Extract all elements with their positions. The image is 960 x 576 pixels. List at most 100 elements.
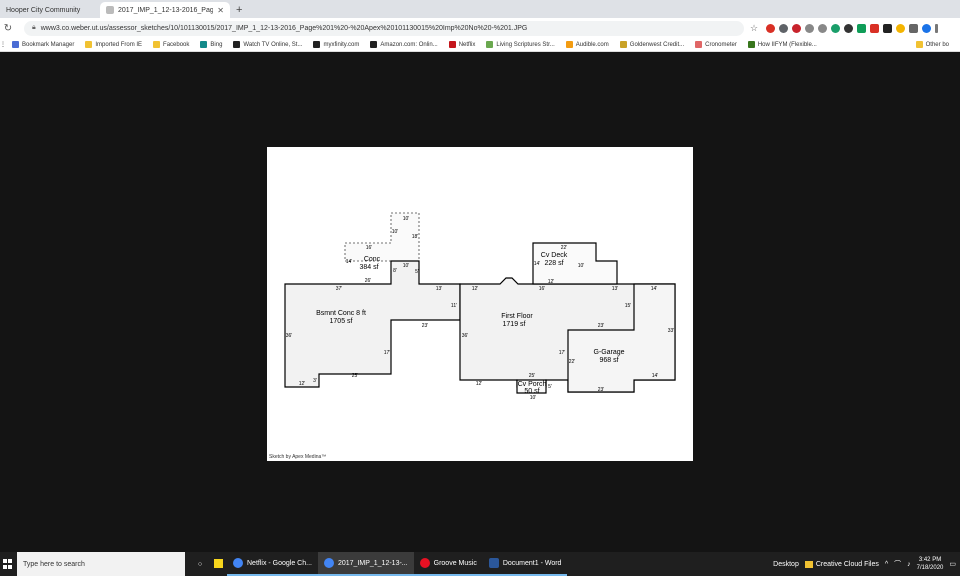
avatar[interactable] [922, 23, 932, 33]
new-tab-button[interactable]: + [236, 2, 242, 18]
extension-icon[interactable] [870, 23, 880, 33]
basement-outline [284, 260, 461, 388]
bookmark-item[interactable]: Audible.com [565, 41, 609, 48]
dimension-label: 13' [612, 286, 619, 292]
bookmark-label: Bookmark Manager [22, 41, 75, 48]
dimension-label: 10' [530, 395, 537, 401]
bookmark-item[interactable]: Facebook [153, 41, 189, 48]
other-bookmarks[interactable]: Other bo [915, 41, 949, 48]
extension-icon[interactable] [844, 23, 854, 33]
taskbar-app-word[interactable]: Document1 - Word [482, 552, 568, 576]
extension-icon[interactable] [896, 23, 906, 33]
extension-icon[interactable] [766, 23, 776, 33]
bookmark-item[interactable]: Amazon.com: Onlin... [370, 41, 438, 48]
creative-cloud-label: Creative Cloud Files [815, 560, 879, 568]
area-label: Cv Porch [518, 381, 547, 388]
extension-icon[interactable] [831, 23, 841, 33]
groove-music-icon [419, 558, 430, 568]
dimension-label: 10' [578, 263, 585, 269]
bookmark-icon [313, 41, 321, 48]
bookmark-item[interactable]: Watch TV Online, St... [233, 41, 302, 48]
bookmark-item[interactable]: How IIFYM (Flexible... [747, 41, 817, 48]
menu-icon[interactable] [935, 23, 939, 33]
extension-icon[interactable] [818, 23, 828, 33]
dimension-label: 16' [366, 245, 373, 251]
address-bar[interactable]: 🔒︎ www3.co.weber.ut.us/assessor_sketches… [24, 20, 744, 36]
bookmark-item[interactable]: Imported From IE [85, 41, 142, 48]
dimension-label: 10' [403, 263, 410, 269]
desktop-toolbar[interactable]: Desktop [773, 561, 799, 568]
bookmark-label: Amazon.com: Onlin... [380, 41, 438, 48]
page-icon [106, 6, 114, 14]
area-label: Bsmnt Conc 8 ft [316, 310, 366, 317]
area-value: 384 sf [359, 264, 378, 271]
taskbar-app-groove[interactable]: Groove Music [413, 552, 483, 576]
folder-icon [804, 560, 813, 568]
bookmark-label: Bing [210, 41, 223, 48]
bookmark-icon [200, 41, 208, 48]
bookmark-icon [12, 41, 19, 48]
pinterest-icon[interactable] [792, 23, 802, 33]
dimension-label: 17' [384, 350, 391, 356]
bookmark-label: Goldenwest Credit... [629, 41, 685, 48]
extension-icon[interactable] [805, 23, 815, 33]
dimension-label: 5' [415, 269, 419, 275]
area-label: Conc [364, 256, 381, 263]
cortana-icon[interactable]: ○ [191, 561, 209, 568]
area-value: 1705 sf [330, 318, 353, 325]
bookmark-icon [448, 41, 456, 48]
notification-icon[interactable]: ▭ [949, 560, 956, 568]
dimension-label: 25' [352, 373, 359, 379]
taskbar-app-label: 2017_IMP_1_12-13-... [337, 559, 408, 567]
bookmark-item[interactable]: Goldenwest Credit... [619, 41, 685, 48]
volume-icon[interactable]: ♪ [907, 561, 911, 568]
tab-hooper-city[interactable]: Hooper City Community [0, 2, 100, 18]
bookmark-item[interactable]: Netflix [448, 41, 475, 48]
bookmark-item[interactable]: Bookmark Manager [12, 41, 74, 48]
bookmark-item[interactable]: myxfinity.com [313, 41, 359, 48]
dimension-label: 23' [422, 323, 429, 329]
network-icon[interactable]: ⌒ [894, 559, 901, 569]
bookmark-icon [233, 41, 241, 48]
clock[interactable]: 3:42 PM 7/18/2020 [917, 556, 944, 572]
sticky-notes-icon[interactable] [209, 558, 227, 570]
bookmark-item[interactable]: Cronometer [695, 41, 737, 48]
tab-sketch-image[interactable]: 2017_IMP_1_12-13-2016_Page 1 ✕ [100, 2, 230, 18]
taskbar-search[interactable]: Type here to search [17, 552, 185, 576]
bookmark-label: Living Scriptures Str... [496, 41, 555, 48]
bookmark-item[interactable]: Living Scriptures Str... [486, 41, 555, 48]
extension-icon[interactable] [857, 23, 867, 33]
creative-cloud-files[interactable]: Creative Cloud Files [804, 560, 879, 568]
taskbar: Type here to search ○ Netflix - Google C… [0, 552, 960, 576]
dimension-label: 12' [548, 279, 555, 285]
lock-icon[interactable]: 🔒︎ [32, 24, 36, 32]
close-tab-icon[interactable]: ✕ [217, 6, 224, 15]
bookmark-star-icon[interactable]: ☆ [750, 23, 758, 34]
area-label: G-Garage [593, 349, 624, 356]
dimension-label: 10' [392, 229, 399, 235]
sketch-credit: Sketch by Apex Medina™ [269, 454, 327, 460]
extension-icon[interactable] [883, 23, 893, 33]
reload-icon[interactable]: ↻ [0, 23, 16, 34]
folder-icon [915, 41, 923, 48]
dimension-label: 12' [299, 381, 306, 387]
dimension-label: 16' [539, 286, 546, 292]
taskbar-app-netflix[interactable]: Netflix - Google Ch... [227, 552, 318, 576]
extension-icon[interactable] [779, 23, 789, 33]
dimension-label: 26' [365, 278, 372, 284]
area-label: Cv Deck [541, 252, 568, 259]
dimension-label: 12' [472, 286, 479, 292]
bookmark-item[interactable]: Bing [200, 41, 222, 48]
dimension-label: 14' [534, 261, 541, 267]
word-icon [488, 558, 499, 568]
bookmarks-bar: ⋮ Bookmark Manager Imported From IE Facebo… [0, 38, 960, 52]
dimension-label: 11' [451, 303, 457, 309]
bookmark-label: Audible.com [575, 41, 609, 48]
clock-time: 3:42 PM [918, 557, 942, 563]
taskbar-app-sketch[interactable]: 2017_IMP_1_12-13-... [317, 552, 414, 576]
bookmark-label: Facebook [163, 41, 190, 48]
puzzle-icon[interactable] [909, 23, 919, 33]
windows-start-icon[interactable] [3, 559, 13, 569]
apps-grid-icon[interactable]: ⋮ [0, 41, 6, 48]
chevron-up-icon[interactable]: ^ [885, 561, 888, 568]
